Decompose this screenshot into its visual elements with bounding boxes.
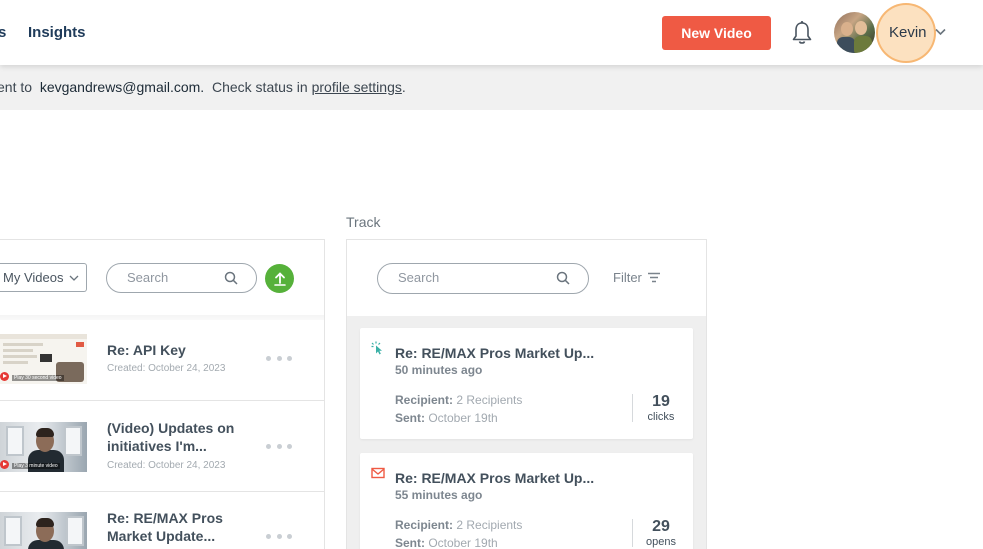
video-created-date: Created: October 24, 2023 [107, 363, 226, 374]
notice-suffix: . [401, 79, 406, 95]
thumbnail-play-label: Play 30 second video [12, 375, 64, 381]
avatar[interactable] [834, 12, 875, 53]
track-item-sent: Sent: October 19th [395, 536, 498, 549]
notice-email: kevgandrews@gmail.com. [39, 79, 205, 95]
track-search-input[interactable] [398, 270, 488, 285]
track-item-title[interactable]: Re: RE/MAX Pros Market Up... [395, 470, 594, 486]
notice-prefix: ent to [0, 79, 33, 95]
track-item-unit: clicks [647, 411, 675, 423]
track-item-title[interactable]: Re: RE/MAX Pros Market Up... [395, 345, 594, 361]
library-search-input[interactable] [127, 270, 217, 285]
more-options-icon[interactable] [266, 356, 292, 362]
chevron-down-icon[interactable] [935, 28, 946, 36]
notice-middle: Check status in [211, 79, 308, 95]
user-menu-name[interactable]: Kevin [889, 24, 927, 41]
cursor-click-icon [371, 341, 382, 355]
recipient-value: 2 Recipients [456, 393, 523, 407]
track-item-time-ago: 50 minutes ago [395, 363, 483, 377]
upload-icon [273, 271, 286, 286]
play-icon[interactable] [0, 372, 9, 381]
new-video-button[interactable]: New Video [662, 16, 771, 50]
track-search-field[interactable] [377, 263, 589, 294]
thumbnail-play-label: Play 3 minute video [12, 463, 60, 469]
upload-button[interactable] [265, 264, 294, 293]
video-filter-select[interactable]: My Videos [0, 263, 87, 292]
filter-icon [647, 272, 660, 283]
video-row[interactable]: Play 30 second video Re: API Key Created… [0, 320, 324, 400]
sent-value: October 19th [428, 411, 498, 425]
track-item-unit: opens [646, 536, 676, 548]
video-title[interactable]: (Video) Updates on [107, 419, 234, 437]
track-item-count: 19 [652, 393, 670, 410]
track-item-recipient: Recipient: 2 Recipients [395, 518, 522, 532]
nav-item-partial[interactable]: s [0, 24, 6, 41]
recipient-value: 2 Recipients [456, 518, 523, 532]
video-row[interactable]: Re: RE/MAX Pros Market Update... [0, 491, 324, 549]
bell-icon[interactable] [790, 20, 814, 46]
video-thumbnail[interactable] [0, 512, 87, 549]
video-thumbnail[interactable]: Play 30 second video [0, 334, 87, 384]
top-nav: s Insights New Video Kevin [0, 0, 983, 65]
profile-settings-link[interactable]: profile settings [312, 79, 402, 95]
notice-text: ent to kevgandrews@gmail.com. Check stat… [0, 79, 406, 95]
video-title[interactable]: Re: API Key [107, 341, 186, 359]
track-item-card[interactable]: Re: RE/MAX Pros Market Up... 55 minutes … [360, 453, 693, 549]
track-section-label: Track [346, 214, 381, 230]
video-row[interactable]: Play 3 minute video (Video) Updates on i… [0, 400, 324, 491]
search-icon[interactable] [556, 271, 570, 285]
track-filter-button[interactable]: Filter [613, 270, 661, 285]
track-item-recipient: Recipient: 2 Recipients [395, 393, 522, 407]
track-item-card[interactable]: Re: RE/MAX Pros Market Up... 50 minutes … [360, 328, 693, 439]
track-item-count: 29 [652, 518, 670, 535]
sent-value: October 19th [428, 536, 498, 549]
sent-label: Sent: [395, 411, 425, 425]
video-filter-value: My Videos [3, 270, 64, 285]
recipient-label: Recipient: [395, 393, 454, 407]
nav-item-insights[interactable]: Insights [28, 24, 86, 41]
video-title[interactable]: Re: RE/MAX Pros [107, 509, 223, 527]
notice-bar: ent to kevgandrews@gmail.com. Check stat… [0, 65, 983, 110]
divider [632, 394, 633, 422]
filter-label: Filter [613, 270, 642, 285]
sent-label: Sent: [395, 536, 425, 549]
play-icon[interactable] [0, 460, 9, 469]
chevron-down-icon [69, 275, 79, 281]
library-search-field[interactable] [106, 263, 257, 293]
video-title-line2[interactable]: Market Update... [107, 527, 215, 545]
video-title-line2[interactable]: initiatives I'm... [107, 437, 207, 455]
divider [632, 519, 633, 547]
recipient-label: Recipient: [395, 518, 454, 532]
more-options-icon[interactable] [266, 534, 292, 540]
track-item-sent: Sent: October 19th [395, 411, 498, 425]
envelope-open-icon [371, 467, 385, 479]
track-item-time-ago: 55 minutes ago [395, 488, 483, 502]
more-options-icon[interactable] [266, 444, 292, 450]
video-created-date: Created: October 24, 2023 [107, 460, 226, 471]
video-thumbnail[interactable]: Play 3 minute video [0, 422, 87, 472]
search-icon[interactable] [224, 271, 238, 285]
